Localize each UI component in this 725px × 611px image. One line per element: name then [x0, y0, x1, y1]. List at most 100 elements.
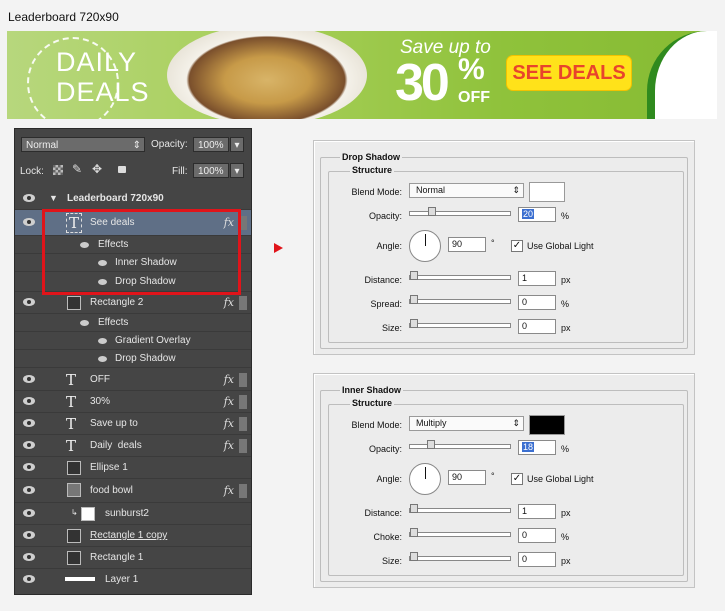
- opacity-slider[interactable]: [409, 207, 511, 216]
- slider-knob[interactable]: [428, 207, 436, 216]
- distance-input[interactable]: 1: [518, 504, 556, 519]
- banner-30: 30: [395, 54, 450, 112]
- choke-input[interactable]: 0: [518, 528, 556, 543]
- fx-icon[interactable]: fx: [224, 417, 234, 430]
- lock-move-icon[interactable]: ✥: [92, 162, 102, 176]
- layer-group-row[interactable]: ▼ Leaderboard 720x90: [15, 188, 251, 210]
- blend-mode-select[interactable]: Normal ⇕: [409, 183, 524, 198]
- visibility-eye-icon[interactable]: [23, 463, 35, 471]
- banner-preview: DAILY DEALS Save up to 30 % OFF SEE DEAL…: [7, 31, 717, 119]
- visibility-eye-icon[interactable]: [23, 397, 35, 405]
- layer-row[interactable]: Ellipse 1: [15, 457, 251, 479]
- fx-icon[interactable]: fx: [224, 395, 234, 408]
- opacity-label: Opacity:: [151, 139, 188, 150]
- shadow-color-swatch[interactable]: [529, 415, 565, 435]
- layer-row[interactable]: ↳ sunburst2: [15, 503, 251, 525]
- effects-row[interactable]: Effects: [15, 314, 251, 332]
- fx-expand-icon[interactable]: [239, 373, 247, 387]
- angle-dial-icon[interactable]: [409, 463, 441, 495]
- slider-knob[interactable]: [410, 504, 418, 513]
- fx-expand-icon[interactable]: [239, 296, 247, 310]
- layer-row[interactable]: Rectangle 1 copy: [15, 525, 251, 547]
- use-global-light-checkbox[interactable]: ✓: [511, 473, 523, 485]
- fill-dropdown-icon[interactable]: ▾: [230, 163, 244, 178]
- blend-mode-select[interactable]: Multiply ⇕: [409, 416, 524, 431]
- slider-knob[interactable]: [410, 552, 418, 561]
- opacity-slider[interactable]: [409, 440, 511, 449]
- slider-knob[interactable]: [410, 271, 418, 280]
- layer-row[interactable]: T OFF fx: [15, 369, 251, 391]
- distance-slider[interactable]: [409, 271, 511, 280]
- visibility-eye-icon[interactable]: [23, 419, 35, 427]
- layer-row[interactable]: Rectangle 1: [15, 547, 251, 569]
- fx-expand-icon[interactable]: [239, 395, 247, 409]
- visibility-eye-icon[interactable]: [23, 509, 35, 517]
- spread-slider[interactable]: [409, 295, 511, 304]
- visibility-eye-icon[interactable]: [23, 531, 35, 539]
- size-input[interactable]: 0: [518, 552, 556, 567]
- angle-dial-icon[interactable]: [409, 230, 441, 262]
- disclosure-triangle-icon[interactable]: ▼: [49, 193, 58, 203]
- visibility-eye-icon[interactable]: [98, 356, 107, 362]
- fx-icon[interactable]: fx: [224, 296, 234, 309]
- visibility-eye-icon[interactable]: [23, 298, 35, 306]
- visibility-eye-icon[interactable]: [23, 575, 35, 583]
- layer-name: 30%: [90, 396, 111, 407]
- angle-input[interactable]: 90: [448, 470, 486, 485]
- layers-panel: Normal ⇕ Opacity: 100% ▾ Lock: ✎ ✥ Fill:…: [14, 128, 252, 595]
- lock-transparency-icon[interactable]: [53, 165, 63, 175]
- visibility-eye-icon[interactable]: [23, 375, 35, 383]
- fx-icon[interactable]: fx: [224, 484, 234, 497]
- fx-icon[interactable]: fx: [224, 439, 234, 452]
- lock-all-icon[interactable]: [118, 166, 126, 173]
- slider-knob[interactable]: [410, 319, 418, 328]
- slider-knob[interactable]: [410, 528, 418, 537]
- fx-expand-icon[interactable]: [239, 417, 247, 431]
- opacity-input[interactable]: 18: [518, 440, 556, 455]
- arrow-right-icon: [274, 243, 283, 253]
- blend-mode-select[interactable]: Normal ⇕: [21, 137, 145, 152]
- fx-icon[interactable]: fx: [224, 373, 234, 386]
- angle-input[interactable]: 90: [448, 237, 486, 252]
- slider-knob[interactable]: [427, 440, 435, 449]
- visibility-eye-icon[interactable]: [23, 486, 35, 494]
- size-input[interactable]: 0: [518, 319, 556, 334]
- choke-slider[interactable]: [409, 528, 511, 537]
- angle-label: Angle:: [376, 241, 402, 251]
- layer-row[interactable]: T Save up to fx: [15, 413, 251, 435]
- layer-row[interactable]: T 30% fx: [15, 391, 251, 413]
- text-layer-icon: T: [66, 437, 77, 455]
- layer-row[interactable]: food bowl fx: [15, 479, 251, 503]
- fx-expand-icon[interactable]: [239, 439, 247, 453]
- lock-brush-icon[interactable]: ✎: [72, 162, 82, 176]
- shadow-color-swatch[interactable]: [529, 182, 565, 202]
- fill-input[interactable]: 100%: [193, 163, 229, 178]
- visibility-eye-icon[interactable]: [23, 441, 35, 449]
- use-global-light-checkbox[interactable]: ✓: [511, 240, 523, 252]
- layer-name: Ellipse 1: [90, 462, 128, 473]
- layer-name: Rectangle 1: [90, 552, 144, 563]
- effect-row[interactable]: Gradient Overlay: [15, 332, 251, 350]
- layer-row[interactable]: Rectangle 2 fx: [15, 292, 251, 314]
- layer-row[interactable]: Layer 1: [15, 569, 251, 591]
- slider-knob[interactable]: [410, 295, 418, 304]
- fx-expand-icon[interactable]: [239, 484, 247, 498]
- banner-off: OFF: [458, 89, 490, 106]
- opacity-input[interactable]: 100%: [193, 137, 229, 152]
- spread-input[interactable]: 0: [518, 295, 556, 310]
- visibility-eye-icon[interactable]: [98, 338, 107, 344]
- distance-input[interactable]: 1: [518, 271, 556, 286]
- size-slider[interactable]: [409, 552, 511, 561]
- effect-row[interactable]: Drop Shadow: [15, 350, 251, 368]
- size-slider[interactable]: [409, 319, 511, 328]
- visibility-eye-icon[interactable]: [23, 553, 35, 561]
- layer-row[interactable]: T Daily deals fx: [15, 435, 251, 457]
- distance-slider[interactable]: [409, 504, 511, 513]
- opacity-dropdown-icon[interactable]: ▾: [230, 137, 244, 152]
- visibility-eye-icon[interactable]: [80, 320, 89, 326]
- visibility-eye-icon[interactable]: [23, 194, 35, 202]
- see-deals-button[interactable]: SEE DEALS: [507, 56, 631, 90]
- food-plate-image: [167, 31, 367, 119]
- opacity-input[interactable]: 20: [518, 207, 556, 222]
- visibility-eye-icon[interactable]: [23, 218, 35, 226]
